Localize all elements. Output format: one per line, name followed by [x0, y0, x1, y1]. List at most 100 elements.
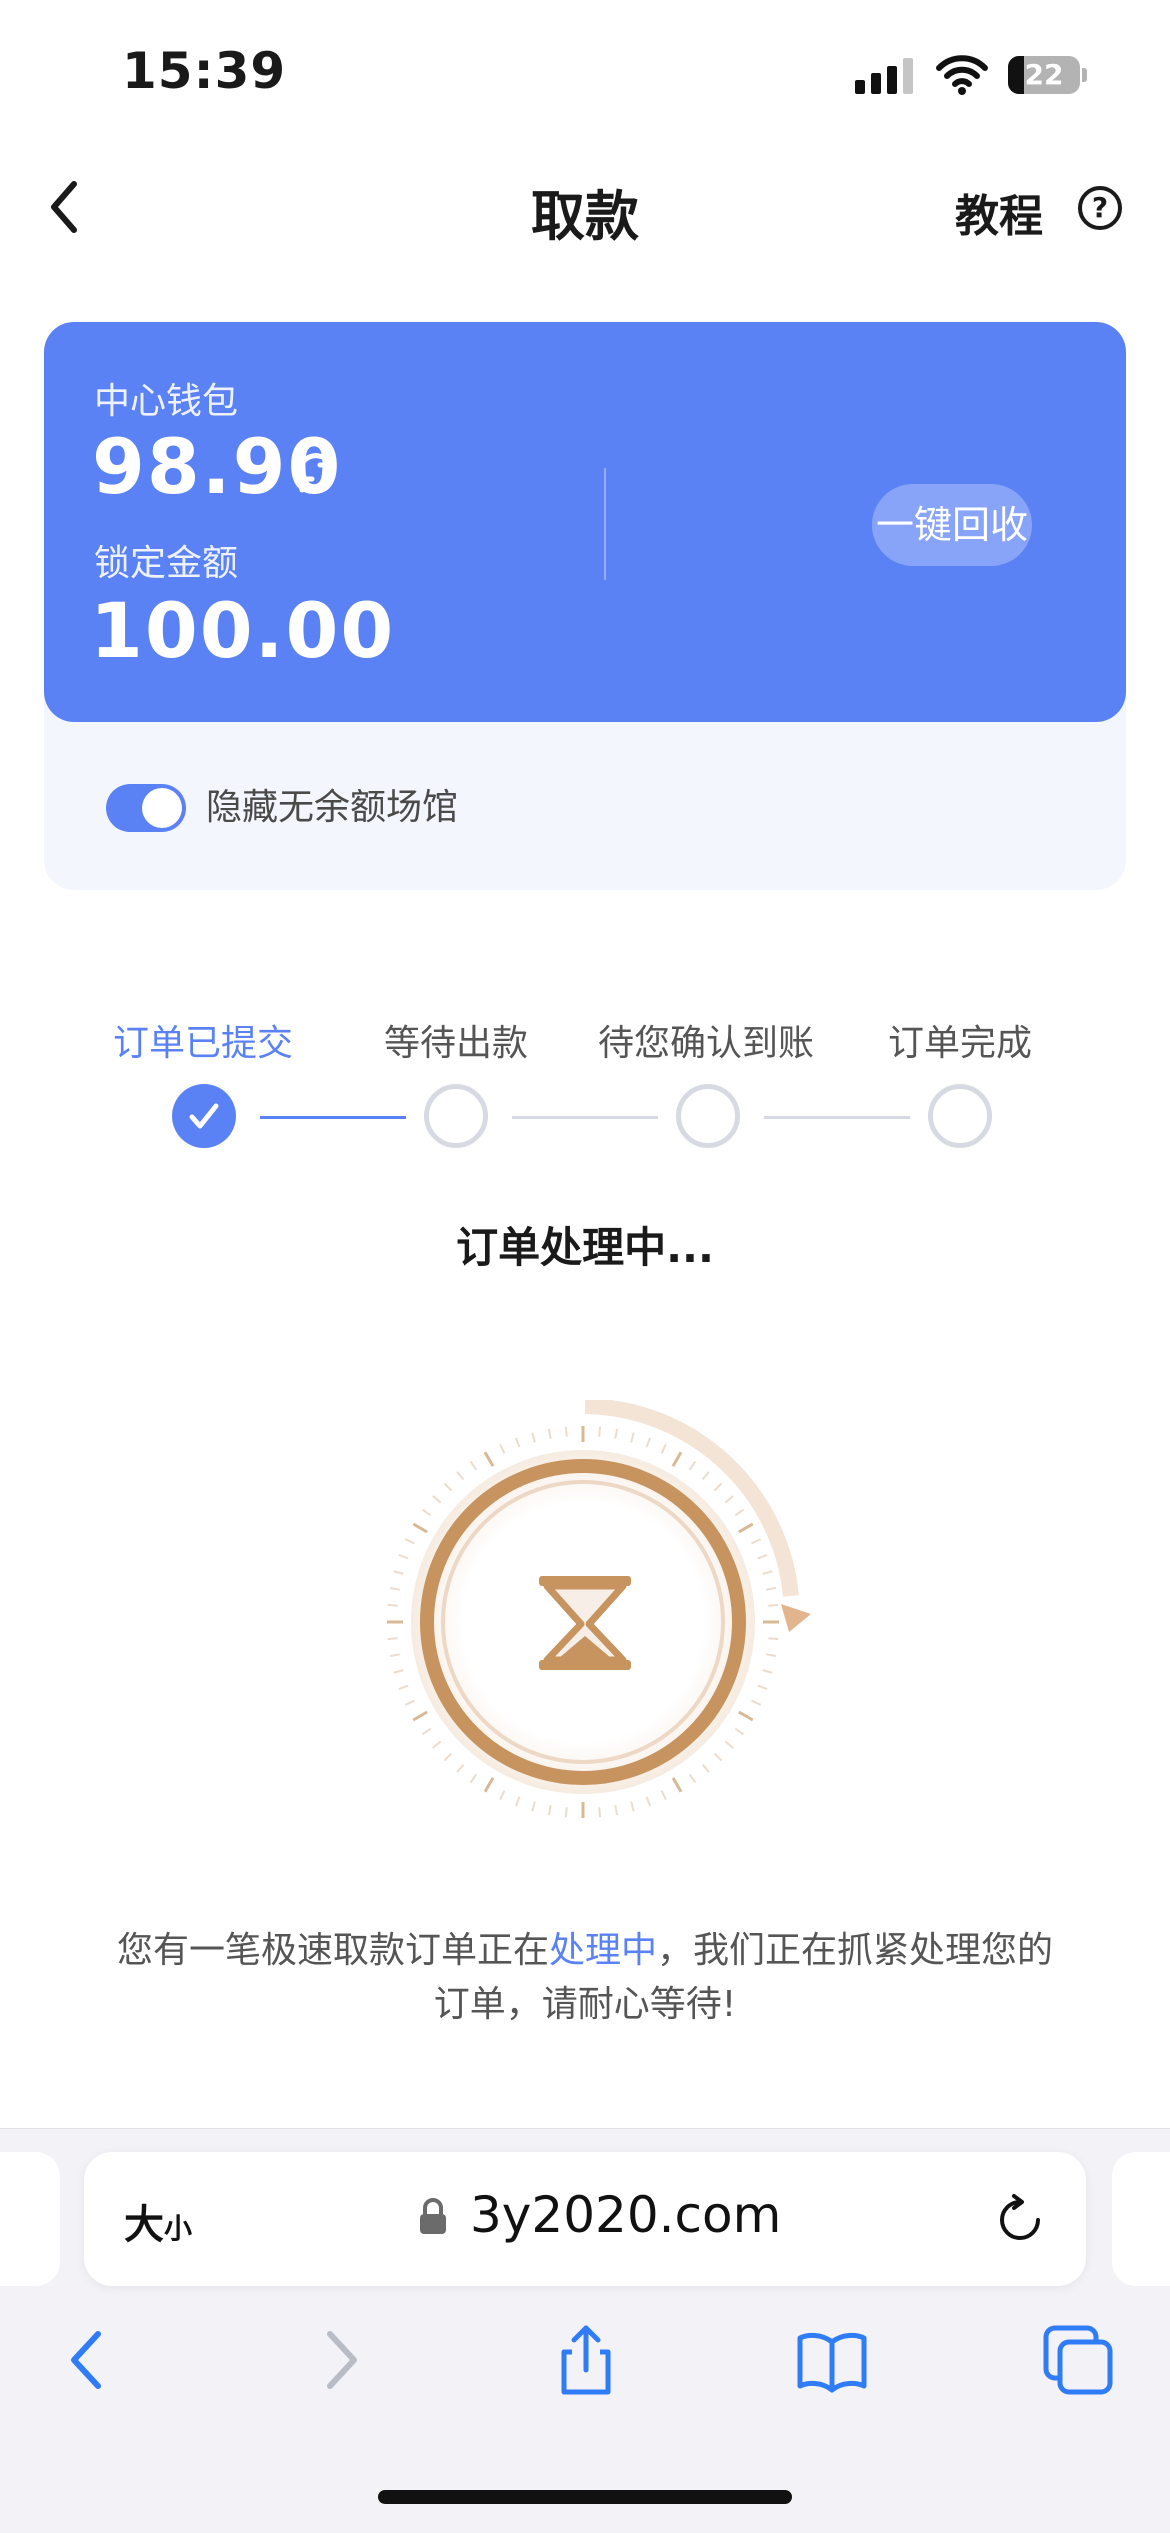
timer-tick	[688, 1773, 697, 1784]
timer-tick	[421, 1508, 432, 1517]
tutorial-link[interactable]: 教程	[955, 180, 1043, 244]
timer-tick	[483, 1777, 495, 1793]
timer-tick	[393, 1570, 404, 1575]
hide-empty-venues-label: 隐藏无余额场馆	[206, 787, 459, 828]
timer-tick	[757, 1684, 768, 1690]
timer-tick	[645, 1437, 651, 1448]
timer-tick	[398, 1684, 409, 1690]
cellular-signal-icon	[855, 58, 915, 94]
timer-tick	[768, 1603, 779, 1607]
timer-tick	[701, 1763, 710, 1773]
timer-tick	[531, 1801, 536, 1812]
timer-tick	[421, 1727, 432, 1736]
card-divider	[604, 468, 606, 580]
timer-tick	[630, 1432, 635, 1443]
timer-tick	[724, 1740, 734, 1749]
timer-tick	[456, 1763, 465, 1773]
text-size-small: 小	[164, 2212, 193, 2245]
timer-tick	[768, 1637, 779, 1641]
timer-tick	[469, 1460, 478, 1471]
tabs-icon[interactable]	[1040, 2322, 1116, 2398]
share-icon[interactable]	[548, 2322, 624, 2398]
timer-tick	[766, 1586, 777, 1591]
browser-forward-icon[interactable]	[302, 2322, 378, 2398]
step-label-awaiting-payout: 等待出款	[384, 1023, 529, 1064]
help-icon[interactable]: ?	[1078, 186, 1122, 230]
timer-tick	[499, 1443, 506, 1454]
one-click-recover-button[interactable]: 一键回收	[872, 484, 1032, 566]
timer-tick	[515, 1796, 521, 1807]
timer-tick	[469, 1773, 478, 1784]
timer-tick	[564, 1807, 568, 1818]
timer-tick	[645, 1796, 651, 1807]
lock-icon	[420, 2198, 446, 2234]
timer-tick	[713, 1482, 723, 1492]
step-connector	[512, 1116, 658, 1119]
step-awaiting-payout-circle	[424, 1084, 488, 1148]
wallet-card: 中心钱包 98.90 锁定金额 100.00 一键回收	[44, 322, 1126, 722]
timer-tick	[531, 1432, 536, 1443]
timer-tick	[547, 1805, 552, 1816]
locked-amount: 100.00	[90, 586, 396, 675]
previous-tab-preview[interactable]	[0, 2152, 60, 2286]
timer-tick	[614, 1428, 619, 1439]
timer-tick	[387, 1603, 398, 1607]
timer-tick	[671, 1777, 683, 1793]
timer-tick	[757, 1554, 768, 1560]
timer-tick	[724, 1495, 734, 1504]
battery-icon: 22	[1008, 56, 1088, 96]
next-tab-preview[interactable]	[1112, 2152, 1170, 2286]
timer-tick	[751, 1699, 762, 1706]
timer-tick	[412, 1710, 428, 1722]
timer-tick	[766, 1653, 777, 1658]
battery-level: 22	[1024, 58, 1064, 91]
timer-tick	[456, 1471, 465, 1481]
text-size-button[interactable]: 大小	[124, 2192, 192, 2250]
timer-tick	[598, 1426, 602, 1437]
timer-tick	[598, 1807, 602, 1818]
message-text: 您有一笔极速取款订单正在	[116, 1930, 549, 1971]
timer-tick	[630, 1801, 635, 1812]
url-text: 3y2020.com	[470, 2186, 782, 2244]
timer-tick	[443, 1482, 453, 1492]
timer-tick	[404, 1538, 415, 1545]
timer-tick	[701, 1471, 710, 1481]
step-label-completed: 订单完成	[888, 1023, 1033, 1064]
timer-tick	[751, 1538, 762, 1545]
hide-empty-venues-toggle[interactable]	[106, 784, 186, 832]
timer-tick	[688, 1460, 697, 1471]
timer-tick	[389, 1586, 400, 1591]
browser-back-icon[interactable]	[50, 2322, 126, 2398]
processing-message: 您有一笔极速取款订单正在处理中，我们正在抓紧处理您的订单，请耐心等待!	[100, 1924, 1070, 2032]
text-size-big: 大	[124, 2202, 164, 2248]
timer-tick	[404, 1699, 415, 1706]
timer-tick	[547, 1428, 552, 1439]
timer-tick	[734, 1727, 745, 1736]
step-confirm-receipt-circle	[676, 1084, 740, 1148]
status-time: 15:39	[122, 42, 287, 100]
step-connector	[260, 1116, 406, 1119]
reload-icon[interactable]	[992, 2192, 1048, 2248]
step-label-confirm-receipt: 待您确认到账	[598, 1023, 815, 1064]
timer-tick	[499, 1790, 506, 1801]
timer-tick	[393, 1669, 404, 1674]
timer-tick	[660, 1443, 667, 1454]
processing-title: 订单处理中...	[456, 1223, 714, 1272]
timer-tick	[387, 1637, 398, 1641]
timer-tick	[432, 1740, 442, 1749]
refresh-icon[interactable]	[290, 446, 342, 498]
bookmarks-icon[interactable]	[794, 2322, 870, 2398]
timer-tick	[432, 1495, 442, 1504]
timer-tick	[738, 1710, 754, 1722]
timer-tick	[389, 1653, 400, 1658]
step-label-submitted: 订单已提交	[113, 1023, 294, 1064]
timer-tick	[762, 1669, 773, 1674]
timer-tick	[738, 1522, 754, 1534]
timer-tick	[412, 1522, 428, 1534]
step-connector	[764, 1116, 910, 1119]
timer-tick	[515, 1437, 521, 1448]
address-bar[interactable]: 大小 3y2020.com	[84, 2152, 1086, 2286]
step-completed-circle	[928, 1084, 992, 1148]
timer-tick	[734, 1508, 745, 1517]
timer-tick	[443, 1752, 453, 1762]
